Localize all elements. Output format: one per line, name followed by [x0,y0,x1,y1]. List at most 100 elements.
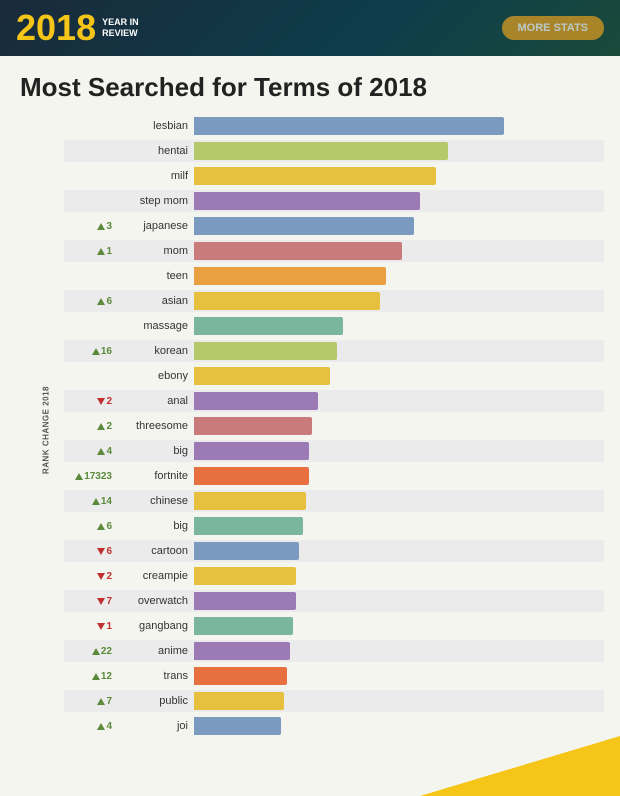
up-arrow-icon [97,223,105,230]
down-arrow-icon [97,598,105,605]
term-label: milf [116,170,194,182]
rank-change: 12 [64,671,116,682]
bar [194,367,330,385]
up-arrow-icon [97,423,105,430]
term-label: anime [116,645,194,657]
term-label: anal [116,395,194,407]
footer-accent [420,736,620,796]
term-label: lesbian [116,120,194,132]
down-arrow-icon [97,398,105,405]
rank-number: 14 [101,496,112,507]
bar [194,242,402,260]
bar-area [194,592,604,610]
bar-area [194,317,604,335]
up-arrow-icon [92,648,100,655]
bar-row: 4 big [64,440,604,462]
rank-number: 17323 [84,471,112,482]
bar-row: 7public [64,690,604,712]
bar-row: 17323 fortnite [64,465,604,487]
rank-number: 3 [106,221,112,232]
rank-number: 22 [101,646,112,657]
bar-row: massage [64,315,604,337]
bar [194,192,420,210]
up-arrow-icon [92,498,100,505]
bar-area [194,242,604,260]
rank-number: 1 [106,246,112,257]
rank-change: 4 [64,446,116,457]
rank-change: 16 [64,346,116,357]
rank-change: 1 [64,621,116,632]
rank-change: 7 [64,696,116,707]
bar [194,417,312,435]
rank-number: 7 [106,596,112,607]
term-label: step mom [116,195,194,207]
rank-change: 6 [64,521,116,532]
bar-row: 12trans [64,665,604,687]
rank-number: 4 [106,446,112,457]
bar-row: 6asian [64,290,604,312]
down-arrow-icon [97,573,105,580]
page-title: Most Searched for Terms of 2018 [0,56,620,111]
bar-row: ebony [64,365,604,387]
bar-row: 1mom [64,240,604,262]
rank-number: 2 [106,571,112,582]
bar-area [194,717,604,735]
logo-tagline: YEAR IN REVIEW [102,17,139,39]
rank-number: 4 [106,721,112,732]
term-label: asian [116,295,194,307]
bar [194,692,284,710]
bar [194,117,504,135]
bar [194,292,380,310]
term-label: massage [116,320,194,332]
bar-row: 22 anime [64,640,604,662]
term-label: creampie [116,570,194,582]
bar-row: 6big [64,515,604,537]
bar-area [194,392,604,410]
up-arrow-icon [75,473,83,480]
bar-row: milf [64,165,604,187]
bar-area [194,267,604,285]
bar-row: 7 overwatch [64,590,604,612]
chart-container: RANK CHANGE 2018 lesbianhentaimilfstep m… [0,111,620,748]
term-label: ebony [116,370,194,382]
bar [194,717,281,735]
term-label: gangbang [116,620,194,632]
bar [194,492,306,510]
bar-area [194,617,604,635]
bar-row: hentai [64,140,604,162]
bar-row: 3japanese [64,215,604,237]
bar-row: 6cartoon [64,540,604,562]
bar-row: lesbian [64,115,604,137]
more-stats-button[interactable]: MORE STATS [502,16,604,40]
bar [194,142,448,160]
bar-area [194,367,604,385]
rank-number: 6 [106,521,112,532]
bar-area [194,292,604,310]
bar-area [194,117,604,135]
bar [194,167,436,185]
rank-number: 2 [106,421,112,432]
bar-row: 2 creampie [64,565,604,587]
bar-area [194,642,604,660]
up-arrow-icon [97,448,105,455]
bar-area [194,192,604,210]
rank-number: 7 [106,696,112,707]
up-arrow-icon [97,698,105,705]
bar-row: 14chinese [64,490,604,512]
up-arrow-icon [97,723,105,730]
bar-row: step mom [64,190,604,212]
term-label: fortnite [116,470,194,482]
bar [194,392,318,410]
bar-area [194,142,604,160]
term-label: big [116,445,194,457]
bar [194,267,386,285]
bar-area [194,492,604,510]
bar-area [194,692,604,710]
bar-row: 4 joi [64,715,604,737]
rank-change: 7 [64,596,116,607]
term-label: overwatch [116,595,194,607]
bar [194,317,343,335]
logo: 2018 YEAR IN REVIEW [16,10,139,46]
term-label: joi [116,720,194,732]
header: 2018 YEAR IN REVIEW MORE STATS [0,0,620,56]
